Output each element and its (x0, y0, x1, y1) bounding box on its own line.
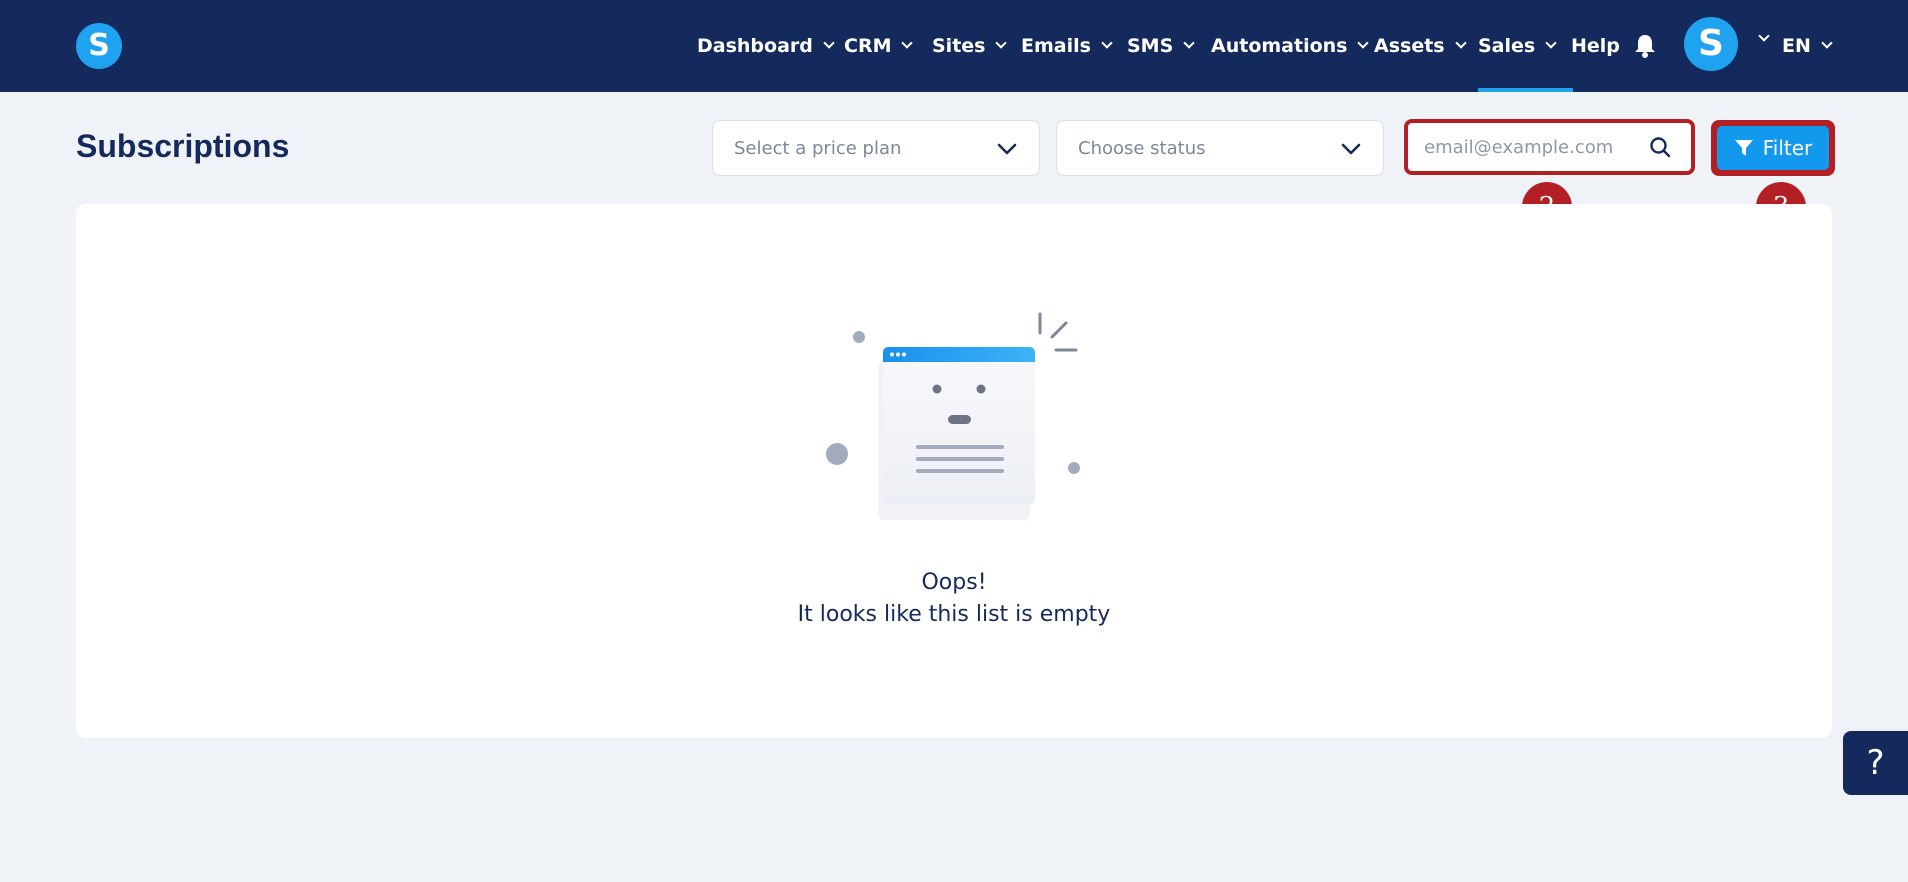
filter-icon (1734, 140, 1753, 156)
nav-crm[interactable]: CRM (844, 0, 914, 92)
filter-button-highlight: Filter (1711, 120, 1835, 176)
price-plan-placeholder: Select a price plan (734, 138, 902, 159)
chevron-down-icon (995, 37, 1008, 49)
nav-sites-label: Sites (932, 35, 986, 57)
chevron-down-icon (997, 143, 1017, 155)
empty-state-title: Oops! (921, 570, 987, 595)
nav-help[interactable]: Help (1571, 0, 1620, 92)
logo[interactable]: S (76, 23, 122, 69)
chevron-down-icon (1341, 143, 1361, 155)
chevron-down-icon (901, 37, 914, 49)
chevron-down-icon (1454, 37, 1467, 49)
chevron-down-icon (1821, 37, 1833, 49)
nav-sms-label: SMS (1127, 35, 1174, 57)
chevron-down-icon (1101, 37, 1113, 49)
logo-letter: S (88, 28, 110, 63)
nav-dashboard[interactable]: Dashboard (697, 0, 835, 92)
nav-help-label: Help (1571, 35, 1620, 57)
nav-assets[interactable]: Assets (1374, 0, 1467, 92)
search-icon[interactable] (1649, 136, 1671, 158)
empty-list-illustration (826, 312, 1080, 520)
email-search-box (1404, 119, 1695, 175)
nav-crm-label: CRM (844, 35, 892, 57)
nav-automations[interactable]: Automations (1211, 0, 1370, 92)
avatar[interactable]: S (1684, 17, 1738, 71)
status-placeholder: Choose status (1078, 138, 1206, 159)
chevron-down-icon[interactable] (1758, 30, 1770, 42)
email-search-input[interactable] (1424, 123, 1644, 171)
bell-icon[interactable] (1633, 33, 1657, 59)
chevron-down-icon (1545, 37, 1557, 49)
empty-state-message: It looks like this list is empty (797, 602, 1111, 627)
top-navbar: S Dashboard CRM Sites Emails SMS Automat… (0, 0, 1908, 92)
nav-sites[interactable]: Sites (932, 0, 1008, 92)
avatar-letter: S (1698, 23, 1724, 64)
language-label: EN (1782, 35, 1811, 57)
nav-assets-label: Assets (1374, 35, 1445, 57)
language-selector[interactable]: EN (1782, 0, 1833, 92)
nav-automations-label: Automations (1211, 35, 1348, 57)
nav-sms[interactable]: SMS (1127, 0, 1195, 92)
nav-sales[interactable]: Sales (1478, 0, 1574, 92)
help-widget-button[interactable]: ? (1843, 731, 1908, 795)
nav-sales-label: Sales (1478, 35, 1536, 57)
filter-button[interactable]: Filter (1717, 126, 1829, 170)
chevron-down-icon (1357, 37, 1370, 49)
chevron-down-icon (1183, 37, 1195, 49)
nav-emails[interactable]: Emails (1021, 0, 1113, 92)
status-select[interactable]: Choose status (1056, 120, 1384, 176)
nav-dashboard-label: Dashboard (697, 35, 813, 57)
filter-button-label: Filter (1762, 136, 1813, 160)
price-plan-select[interactable]: Select a price plan (712, 120, 1040, 176)
chevron-down-icon (823, 37, 835, 49)
page-title: Subscriptions (76, 128, 290, 164)
nav-emails-label: Emails (1021, 35, 1091, 57)
